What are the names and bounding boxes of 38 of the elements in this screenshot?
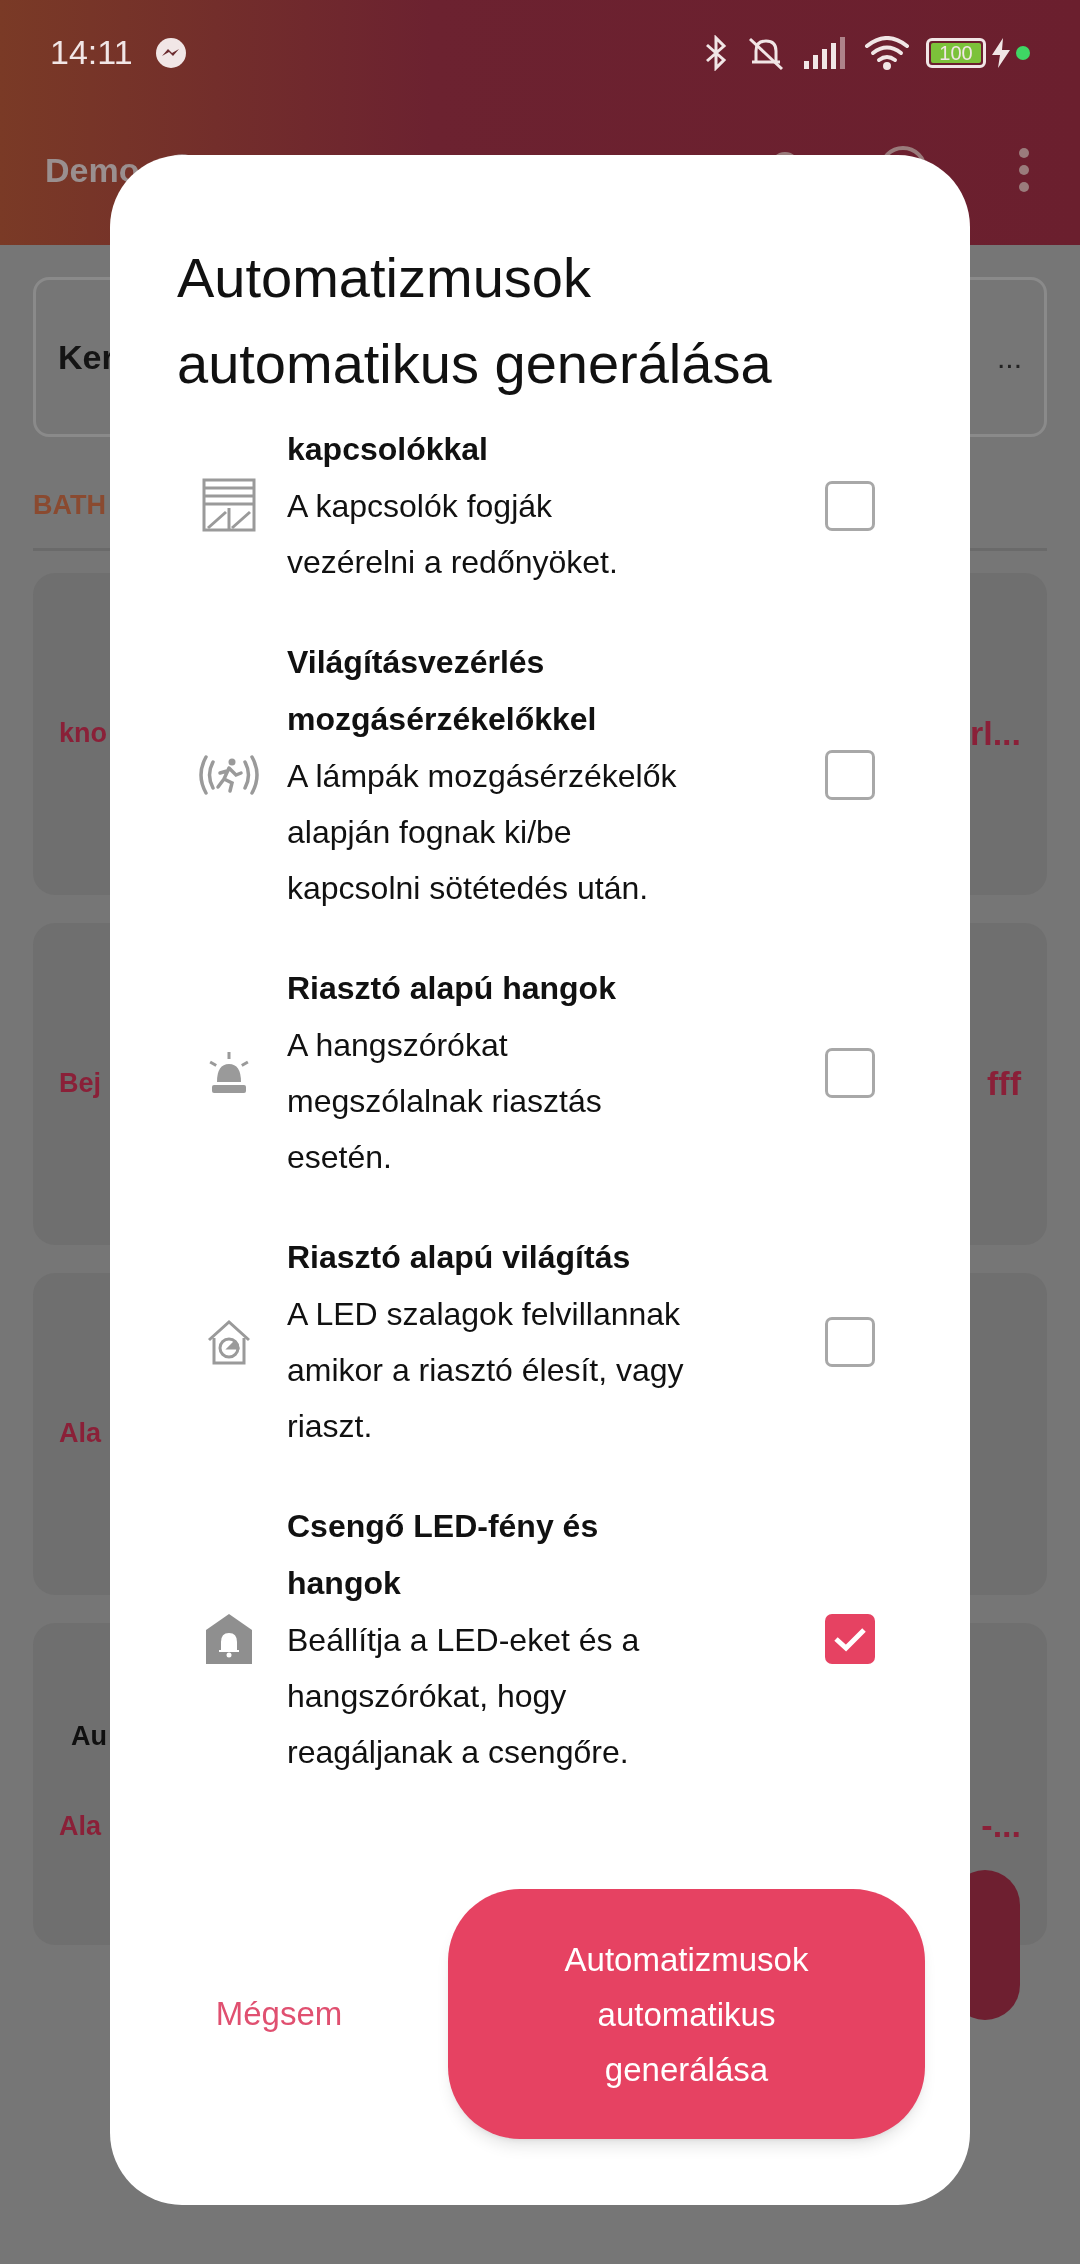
option-description: A lámpák mozgásérzékelők alapján fognak ki/be kapcsolni sötétedés után. [287,757,678,908]
checkbox[interactable] [825,1614,875,1664]
cancel-button[interactable]: Mégsem [207,1989,351,2039]
option-title: Csengő LED-fény és hangok [287,1507,600,1603]
option-description: A kapcsolók fogják vezérelni a redőnyöket. [287,487,619,582]
chat-bubble-icon [154,36,187,69]
checkbox[interactable] [825,1316,875,1367]
card-label: Bej [59,1067,102,1101]
card-label: Ala [59,1417,102,1451]
more-icon [1018,147,1030,193]
option-title: Riasztó alapú hangok [287,969,617,1008]
generate-button[interactable]: Automatizmusok automatikus generálása [448,1889,925,2139]
card-value: fff [987,1063,1021,1104]
card-label: kno [59,717,107,751]
section-title: BATH [33,489,106,522]
card-value: rl... [969,713,1021,754]
card-label: Ala [59,1809,102,1843]
option-description: A hangszórókat megszólalnak riasztás esetén. [287,1026,603,1177]
option-description: Beállítja a LED-eket és a hangszórókat, hogy reagáljanak a csengőre. [287,1621,641,1772]
window-blinds-icon [201,477,256,534]
house-bell-icon [205,1614,252,1664]
option-description: A LED szalagok felvillannak amikor a riasztó élesít, vagy riaszt. [287,1295,685,1446]
signal-icon [804,36,848,69]
checkbox[interactable] [825,750,875,800]
checkmark-icon [833,1626,867,1652]
option-title: Világításvezérlés mozgásérzékelőkkel [287,643,598,739]
dialog-title: Automatizmusok automatikus generálása [177,245,773,397]
charging-icon [992,37,1010,68]
wifi-icon [864,35,910,70]
card-value: -... [981,1805,1021,1847]
bluetooth-icon [704,34,728,71]
option-title: kapcsolókkal [287,430,489,469]
checkbox[interactable] [825,480,875,531]
clock: 14:11 [50,32,133,73]
card-heading: Au [70,1719,107,1753]
checkbox[interactable] [825,1047,875,1098]
battery-indicator: 100 [926,37,986,68]
option-title: Riasztó alapú világítás [287,1238,632,1277]
